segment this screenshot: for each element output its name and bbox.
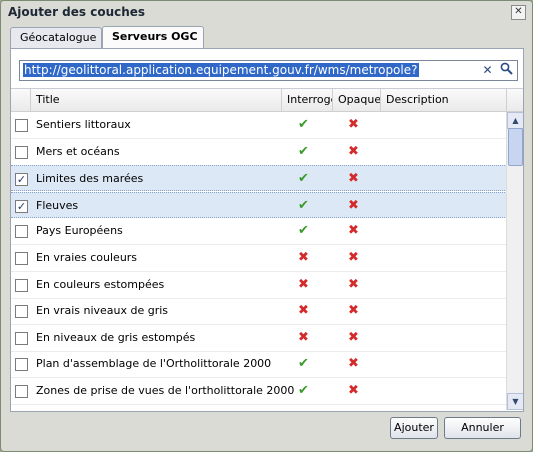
row-checkbox[interactable]: ✓	[15, 200, 28, 213]
check-icon: ✔	[298, 223, 309, 238]
cross-icon: ✖	[348, 250, 359, 265]
layers-grid: Title Interroge Opaque Description Senti…	[11, 88, 523, 411]
row-title: En vraies couleurs	[36, 251, 138, 264]
tab-serveurs-ogc[interactable]: Serveurs OGC	[102, 26, 204, 48]
cross-icon: ✖	[348, 223, 359, 238]
table-row[interactable]: Zones de prise de vues de l'ortholittora…	[11, 378, 507, 405]
header-checkbox-column	[11, 89, 31, 111]
cross-icon: ✖	[348, 383, 359, 398]
cross-icon: ✖	[298, 250, 309, 265]
table-row[interactable]: En couleurs estompées ✖ ✖	[11, 272, 507, 299]
table-row[interactable]: En vrais niveaux de gris ✖ ✖	[11, 298, 507, 325]
clear-icon[interactable]: ✕	[479, 62, 496, 79]
check-icon: ✔	[298, 198, 309, 213]
cross-icon: ✖	[348, 277, 359, 292]
table-row[interactable]: En niveaux de gris estompés ✖ ✖	[11, 325, 507, 352]
column-header-interroge[interactable]: Interroge	[282, 89, 333, 111]
row-checkbox[interactable]	[15, 146, 28, 159]
row-title: Pays Européens	[36, 224, 123, 237]
cross-icon: ✖	[348, 144, 359, 159]
row-checkbox[interactable]	[15, 385, 28, 398]
search-icon[interactable]	[498, 62, 515, 79]
cross-icon: ✖	[348, 356, 359, 371]
row-checkbox[interactable]	[15, 358, 28, 371]
dialog-titlebar[interactable]: Ajouter des couches ✕	[1, 1, 532, 23]
url-input[interactable]: http://geolittoral.application.equipemen…	[23, 62, 483, 79]
close-icon[interactable]: ✕	[511, 5, 526, 20]
row-checkbox[interactable]	[15, 119, 28, 132]
cancel-button[interactable]: Annuler	[444, 417, 521, 439]
cross-icon: ✖	[298, 330, 309, 345]
row-title: En couleurs estompées	[36, 278, 165, 291]
row-title: En niveaux de gris estompés	[36, 331, 196, 344]
table-row[interactable]: ✓ Fleuves ✔ ✖	[11, 192, 507, 218]
table-row[interactable]: Sentiers littoraux ✔ ✖	[11, 112, 507, 139]
row-checkbox[interactable]	[15, 252, 28, 265]
row-title: Zones de prise de vues de l'ortholittora…	[36, 384, 295, 397]
cross-icon: ✖	[348, 303, 359, 318]
cross-icon: ✖	[298, 303, 309, 318]
row-checkbox[interactable]: ✓	[15, 173, 28, 186]
ogc-servers-panel: http://geolittoral.application.equipemen…	[10, 48, 524, 412]
row-title: Fleuves	[36, 199, 79, 212]
dialog-title: Ajouter des couches	[8, 5, 146, 19]
url-value: http://geolittoral.application.equipemen…	[23, 63, 419, 77]
cross-icon: ✖	[348, 117, 359, 132]
scroll-up-icon[interactable]: ▲	[507, 112, 523, 129]
row-title: En vrais niveaux de gris	[36, 304, 169, 317]
column-header-opaque[interactable]: Opaque	[333, 89, 381, 111]
row-title: Limites des marées	[36, 172, 144, 185]
row-title: Sentiers littoraux	[36, 118, 131, 131]
row-title: Plan d'assemblage de l'Ortholittorale 20…	[36, 357, 272, 370]
cross-icon: ✖	[298, 277, 309, 292]
table-row[interactable]: Pays Européens ✔ ✖	[11, 218, 507, 245]
scroll-down-icon[interactable]: ▼	[507, 393, 523, 410]
tab-geocatalogue[interactable]: Géocatalogue	[10, 27, 102, 48]
row-checkbox[interactable]	[15, 305, 28, 318]
vertical-scrollbar[interactable]: ▲ ▼	[506, 112, 523, 410]
check-icon: ✔	[298, 383, 309, 398]
add-layers-dialog: Ajouter des couches ✕ Géocatalogue Serve…	[0, 0, 533, 452]
table-row[interactable]: ✓ Limites des marées ✔ ✖	[11, 165, 507, 191]
scrollbar-thumb[interactable]	[508, 128, 523, 166]
column-header-title[interactable]: Title	[31, 89, 282, 111]
grid-header: Title Interroge Opaque Description	[11, 89, 523, 112]
check-icon: ✔	[298, 171, 309, 186]
table-row[interactable]: Plan d'assemblage de l'Ortholittorale 20…	[11, 351, 507, 378]
check-icon: ✔	[298, 356, 309, 371]
check-icon: ✔	[298, 117, 309, 132]
url-field[interactable]: http://geolittoral.application.equipemen…	[19, 60, 518, 81]
cross-icon: ✖	[348, 330, 359, 345]
row-checkbox[interactable]	[15, 332, 28, 345]
cross-icon: ✖	[348, 198, 359, 213]
table-row[interactable]: Mers et océans ✔ ✖	[11, 139, 507, 166]
table-row[interactable]: En vraies couleurs ✖ ✖	[11, 245, 507, 272]
check-icon: ✔	[298, 144, 309, 159]
row-title: Mers et océans	[36, 145, 120, 158]
cross-icon: ✖	[348, 171, 359, 186]
row-checkbox[interactable]	[15, 225, 28, 238]
column-header-description[interactable]: Description	[381, 89, 507, 111]
row-checkbox[interactable]	[15, 279, 28, 292]
add-button[interactable]: Ajouter	[390, 417, 438, 439]
